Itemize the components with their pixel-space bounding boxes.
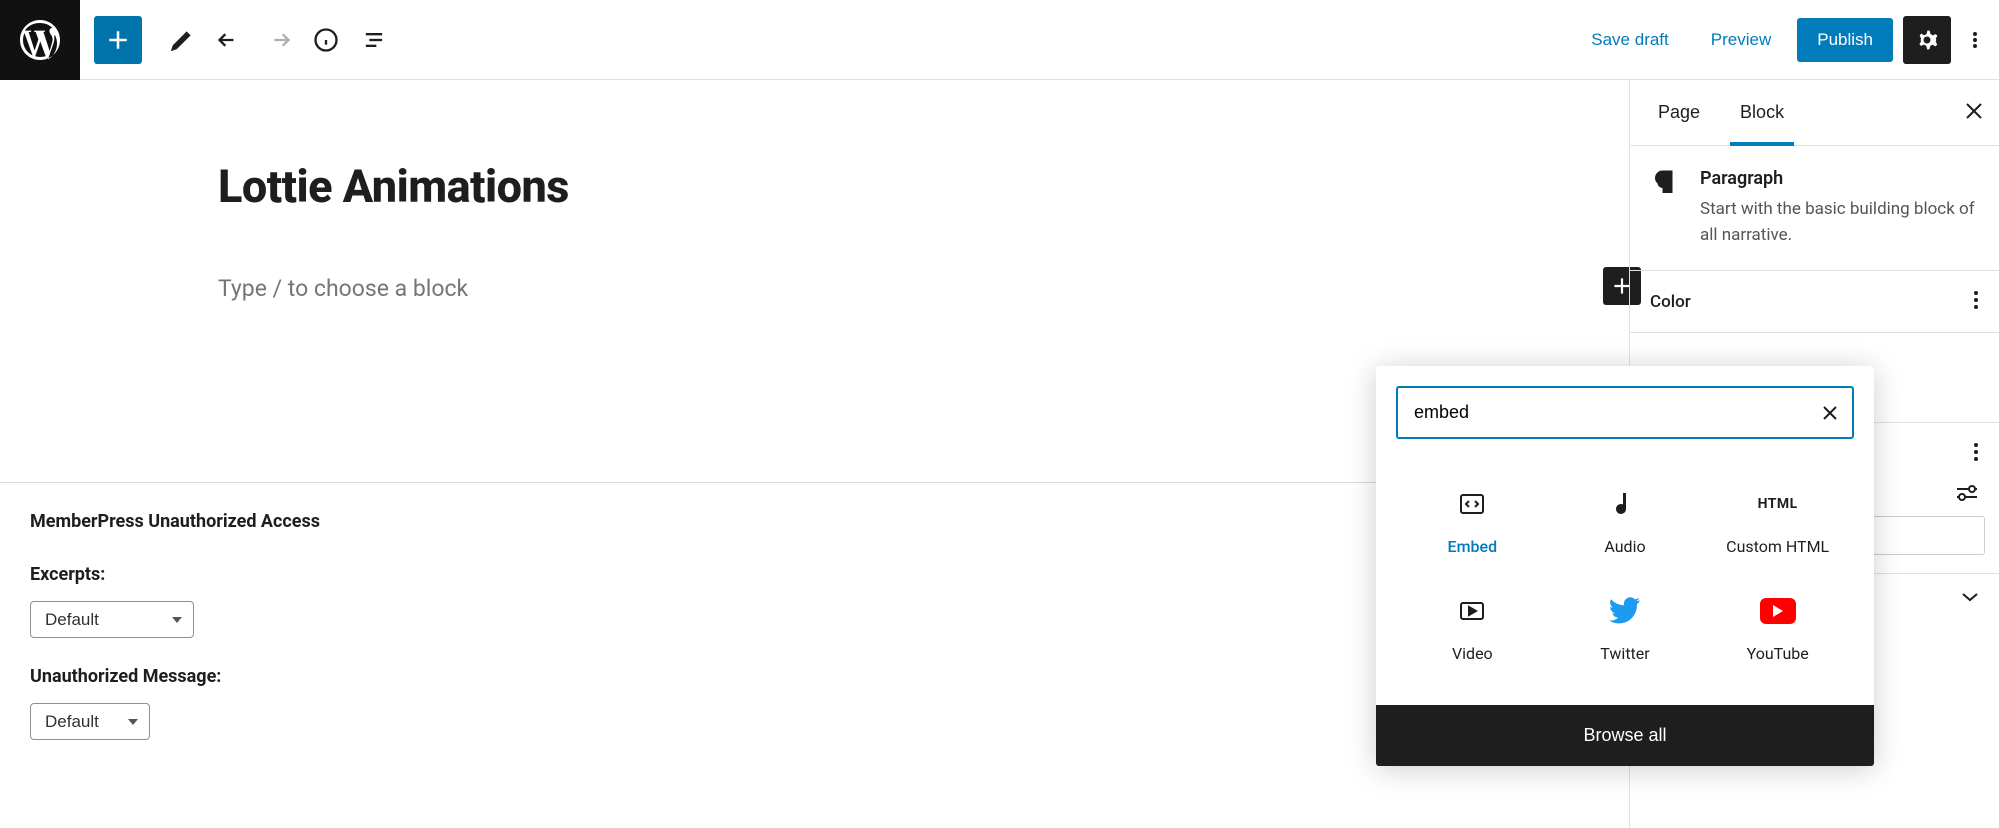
excerpts-select[interactable]: Default	[30, 601, 194, 638]
block-item-label: Embed	[1448, 537, 1498, 556]
info-icon	[312, 26, 340, 54]
browse-all-button[interactable]: Browse all	[1376, 705, 1874, 766]
redo-icon	[264, 26, 292, 54]
list-icon	[360, 26, 388, 54]
excerpts-label: Excerpts:	[30, 564, 1599, 585]
block-item-label: Twitter	[1600, 644, 1649, 663]
outline-button[interactable]	[350, 16, 398, 64]
memberpress-heading: MemberPress Unauthorized Access	[30, 511, 1599, 532]
gear-icon	[1913, 26, 1941, 54]
chevron-down-icon	[1961, 592, 1979, 602]
block-item-embed[interactable]: Embed	[1396, 467, 1549, 574]
add-block-button[interactable]	[94, 16, 142, 64]
block-item-label: Video	[1452, 644, 1493, 663]
page-title[interactable]: Lottie Animations	[218, 160, 1411, 213]
redo-button[interactable]	[254, 16, 302, 64]
block-item-video[interactable]: Video	[1396, 574, 1549, 681]
inserter-search-wrap	[1376, 366, 1874, 459]
plus-icon	[103, 25, 133, 55]
editor-content: Lottie Animations Type / to choose a blo…	[0, 80, 1629, 302]
info-button[interactable]	[302, 16, 350, 64]
top-toolbar: Save draft Preview Publish	[0, 0, 1999, 80]
save-draft-button[interactable]: Save draft	[1575, 20, 1685, 60]
dots-vertical-icon	[1973, 441, 1979, 463]
block-item-twitter[interactable]: Twitter	[1549, 574, 1702, 681]
wordpress-icon	[20, 20, 60, 60]
close-sidebar-button[interactable]	[1957, 91, 1991, 135]
color-panel-more[interactable]	[1973, 289, 1979, 314]
edit-mode-button[interactable]	[158, 16, 206, 64]
audio-icon	[1612, 485, 1638, 523]
dots-vertical-icon	[1973, 289, 1979, 311]
block-type-name: Paragraph	[1700, 168, 1979, 189]
block-item-label: Custom HTML	[1726, 537, 1829, 556]
block-type-description: Start with the basic building block of a…	[1700, 197, 1979, 248]
unauthorized-label: Unauthorized Message:	[30, 666, 1599, 687]
block-placeholder-row: Type / to choose a block	[218, 275, 1411, 302]
embed-icon	[1457, 485, 1487, 523]
toolbar-right-group: Save draft Preview Publish	[1575, 16, 1999, 64]
more-options-button[interactable]	[1961, 16, 1989, 64]
wordpress-logo[interactable]	[0, 0, 80, 80]
color-panel-title: Color	[1650, 292, 1691, 312]
video-icon	[1457, 592, 1487, 630]
sliders-icon[interactable]	[1955, 484, 1979, 502]
preview-button[interactable]: Preview	[1695, 20, 1787, 60]
html-icon: HTML	[1758, 485, 1798, 523]
twitter-icon	[1609, 592, 1641, 630]
paragraph-icon	[1650, 168, 1680, 248]
close-icon	[1965, 102, 1983, 120]
undo-icon	[216, 26, 244, 54]
toolbar-left-group	[0, 0, 398, 79]
settings-button[interactable]	[1903, 16, 1951, 64]
sidebar-tabs: Page Block	[1630, 80, 1999, 146]
tab-page[interactable]: Page	[1638, 80, 1720, 145]
typography-panel-more[interactable]	[1973, 441, 1979, 466]
block-item-audio[interactable]: Audio	[1549, 467, 1702, 574]
inserter-search-input[interactable]	[1398, 388, 1808, 437]
tab-block[interactable]: Block	[1720, 80, 1804, 145]
pencil-icon	[168, 26, 196, 54]
block-item-label: Audio	[1604, 537, 1645, 556]
dots-vertical-icon	[1972, 28, 1978, 52]
color-panel: Color	[1630, 271, 1999, 333]
block-inserter-popup: Embed Audio HTML Custom HTML Video Twitt…	[1376, 366, 1874, 766]
unauthorized-select[interactable]: Default	[30, 703, 150, 740]
youtube-icon	[1760, 592, 1796, 630]
undo-button[interactable]	[206, 16, 254, 64]
block-item-youtube[interactable]: YouTube	[1701, 574, 1854, 681]
block-item-custom-html[interactable]: HTML Custom HTML	[1701, 467, 1854, 574]
publish-button[interactable]: Publish	[1797, 18, 1893, 62]
block-item-label: YouTube	[1747, 644, 1809, 663]
block-info-panel: Paragraph Start with the basic building …	[1630, 146, 1999, 271]
block-placeholder[interactable]: Type / to choose a block	[218, 275, 1411, 302]
close-icon	[1822, 405, 1838, 421]
clear-search-button[interactable]	[1808, 405, 1852, 421]
block-results-grid: Embed Audio HTML Custom HTML Video Twitt…	[1376, 459, 1874, 705]
